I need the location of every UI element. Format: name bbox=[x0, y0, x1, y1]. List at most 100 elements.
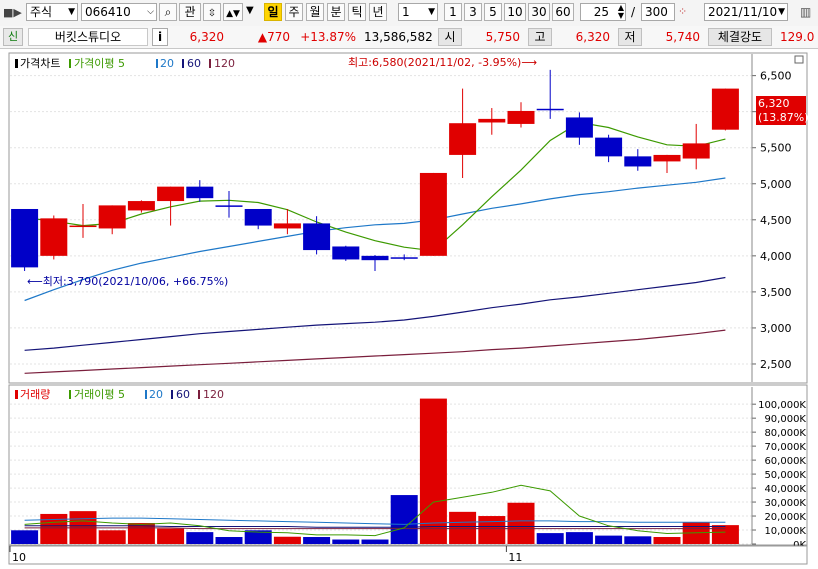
volume-bar bbox=[536, 533, 564, 544]
search-icon: ⌕ bbox=[164, 5, 172, 19]
minute-button-1[interactable]: 1 bbox=[444, 3, 462, 21]
period-label: 분 bbox=[330, 5, 342, 19]
y-tick-label: 70,000K bbox=[764, 442, 806, 453]
legend-marker bbox=[209, 59, 211, 68]
low-label: 저 bbox=[618, 28, 642, 46]
minute-button-3[interactable]: 3 bbox=[464, 3, 482, 21]
minute-label: 10 bbox=[507, 5, 523, 19]
minute-button-30[interactable]: 30 bbox=[528, 3, 550, 21]
y-tick-label: 10,000K bbox=[764, 526, 806, 537]
minute-button-60[interactable]: 60 bbox=[552, 3, 574, 21]
change-percent: +13.87% bbox=[298, 28, 360, 46]
candle-body bbox=[69, 225, 97, 228]
toolbar: ■▶ 주식 ▼ 066410 ⌵ ⌕ 관 ⇳ ▲▼ ▼ 일 주 월 분 틱 년 … bbox=[0, 0, 818, 27]
volume-bar bbox=[478, 516, 506, 544]
candle-body bbox=[595, 137, 623, 157]
x-tick-label: 10 bbox=[12, 551, 26, 564]
candle-body bbox=[127, 201, 155, 211]
menu-arrow-icon[interactable]: ▼ bbox=[246, 5, 254, 16]
interval-select[interactable]: 1 ▼ bbox=[398, 3, 438, 21]
candle-body bbox=[390, 257, 418, 259]
y-tick-label: 3,000 bbox=[760, 322, 792, 335]
period-tab-minute[interactable]: 분 bbox=[327, 3, 345, 21]
minute-label: 30 bbox=[531, 5, 547, 19]
period-tab-week[interactable]: 주 bbox=[285, 3, 303, 21]
interval-value: 1 bbox=[402, 5, 410, 19]
current-price-marker: 6,320 (13.87%) bbox=[756, 96, 809, 125]
legend-marker bbox=[69, 59, 71, 68]
y-tick-label: 60,000K bbox=[764, 456, 806, 467]
high-annotation: 최고:6,580(2021/11/02, -3.95%)⟶ bbox=[348, 56, 537, 69]
candle-body bbox=[215, 205, 243, 207]
price-change-value: ▲770 bbox=[257, 30, 290, 44]
stock-chart: 가격차트 가격이평 5 20 60 120 6,5006,0005,5005,0… bbox=[8, 52, 809, 565]
y-tick-label: 90,000K bbox=[764, 414, 806, 425]
period-tab-day[interactable]: 일 bbox=[264, 3, 282, 21]
chart-tools-icon[interactable]: ▥ bbox=[800, 5, 811, 19]
legend-ma5: 가격이평 5 bbox=[74, 57, 125, 70]
volume-bar bbox=[40, 513, 68, 544]
low-price-value: 5,740 bbox=[665, 30, 700, 44]
y-tick-label: 100,000K bbox=[758, 400, 806, 411]
y-tick-label: 40,000K bbox=[764, 484, 806, 495]
volume-bar bbox=[653, 537, 681, 544]
volume-bar bbox=[11, 530, 39, 544]
volume-bar bbox=[303, 537, 331, 544]
candle-body bbox=[565, 117, 593, 138]
legend-marker bbox=[156, 59, 158, 68]
total-count-input[interactable]: 300 bbox=[641, 3, 675, 21]
period-label: 틱 bbox=[351, 5, 363, 19]
sort-button[interactable]: ▲▼ bbox=[223, 3, 243, 21]
candle-body bbox=[244, 208, 272, 226]
period-tab-tick[interactable]: 틱 bbox=[348, 3, 366, 21]
current-price-value: 6,320 bbox=[189, 30, 224, 44]
date-select[interactable]: 2021/11/10 ▼ bbox=[704, 3, 788, 21]
count-separator: / bbox=[631, 5, 636, 19]
watchlist-button[interactable]: 관 bbox=[179, 3, 201, 21]
stock-code-input[interactable]: 066410 ⌵ bbox=[81, 3, 157, 21]
candle-body bbox=[536, 108, 564, 111]
panel-toggle-icon[interactable]: ■▶ bbox=[3, 6, 22, 19]
chevron-down-icon: ▼ bbox=[428, 7, 435, 17]
volume-bar bbox=[215, 537, 243, 544]
y-tick-label: 20,000K bbox=[764, 512, 806, 523]
period-tab-year[interactable]: 년 bbox=[369, 3, 387, 21]
y-tick-label: 5,000 bbox=[760, 178, 792, 191]
market-select[interactable]: 주식 ▼ bbox=[26, 3, 78, 21]
info-button[interactable]: i bbox=[152, 28, 168, 46]
scroll-up-down-button[interactable]: ⇳ bbox=[203, 3, 221, 21]
settings-icon[interactable]: ⁘ bbox=[678, 5, 687, 18]
candle-body bbox=[332, 246, 360, 260]
volume-bar bbox=[332, 539, 360, 544]
legend-marker bbox=[69, 390, 71, 399]
search-button[interactable]: ⌕ bbox=[159, 3, 177, 21]
x-axis-band bbox=[8, 545, 808, 565]
display-count-stepper[interactable]: 25 ▲ ▼ bbox=[580, 3, 626, 21]
strength-value: 129.0 bbox=[776, 28, 818, 46]
y-tick-label: 4,500 bbox=[760, 214, 792, 227]
credit-badge-text: 신 bbox=[7, 30, 19, 43]
minute-label: 5 bbox=[489, 5, 497, 19]
legend-marker bbox=[145, 390, 147, 399]
legend-marker bbox=[182, 59, 184, 68]
open-price: 5,750 bbox=[464, 28, 524, 46]
y-tick-label: 30,000K bbox=[764, 498, 806, 509]
info-icon: i bbox=[157, 30, 163, 44]
minute-button-10[interactable]: 10 bbox=[504, 3, 526, 21]
candle-body bbox=[40, 218, 68, 256]
volume-bar bbox=[711, 525, 739, 544]
legend-vol-ma120: 120 bbox=[203, 388, 224, 401]
stepper-icon: ▲ ▼ bbox=[617, 3, 624, 20]
volume-bar bbox=[98, 530, 126, 544]
volume-bar bbox=[419, 398, 447, 544]
period-label: 월 bbox=[309, 5, 321, 19]
pane-maximize-icon[interactable] bbox=[794, 55, 804, 64]
legend-ma20: 20 bbox=[160, 57, 174, 70]
y-tick-label: 6,500 bbox=[760, 70, 792, 83]
period-tab-month[interactable]: 월 bbox=[306, 3, 324, 21]
minute-label: 60 bbox=[555, 5, 571, 19]
candle-body bbox=[419, 172, 447, 256]
minute-button-5[interactable]: 5 bbox=[484, 3, 502, 21]
candle-body bbox=[98, 205, 126, 229]
legend-ma60: 60 bbox=[187, 57, 201, 70]
